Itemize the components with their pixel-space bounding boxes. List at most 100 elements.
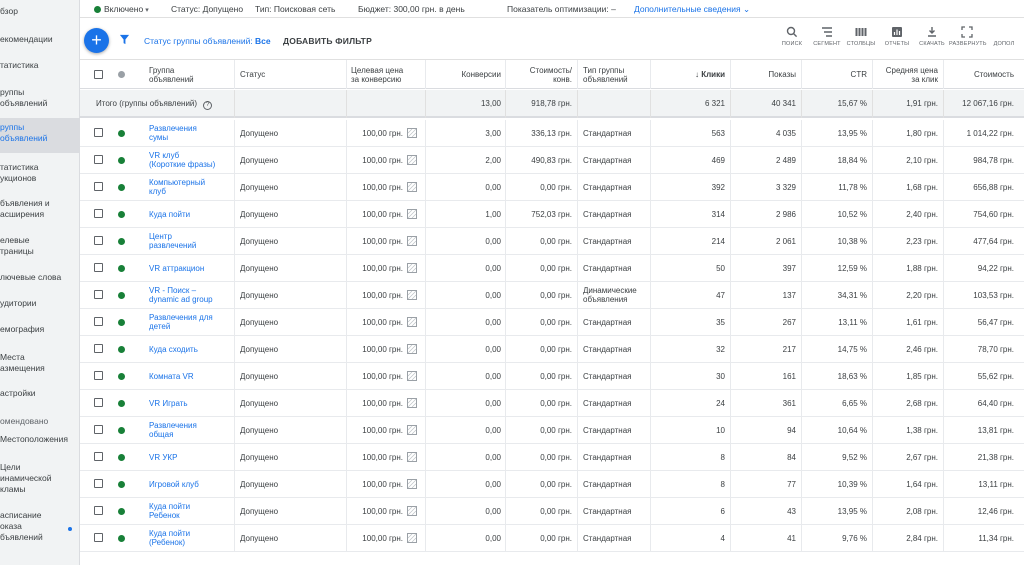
sidebar-item-6[interactable]: бъявления и асширения xyxy=(0,194,79,224)
edit-bid-icon[interactable] xyxy=(407,236,417,246)
edit-bid-icon[interactable] xyxy=(407,398,417,408)
table-row[interactable]: VR клуб (Короткие фразы) Допущено 100,00… xyxy=(80,147,1024,174)
enabled-status[interactable]: Включено ▾ xyxy=(94,4,149,14)
header-ctr[interactable]: CTR xyxy=(801,70,867,79)
enabled-status-dot-icon[interactable] xyxy=(118,427,125,434)
sidebar-item-1[interactable]: екомендации xyxy=(0,30,79,46)
row-checkbox[interactable] xyxy=(94,506,103,515)
table-row[interactable]: VR Играть Допущено 100,00 грн. 0,00 0,00… xyxy=(80,390,1024,417)
row-checkbox[interactable] xyxy=(94,425,103,434)
sidebar-item-12[interactable]: астройки xyxy=(0,384,79,402)
toolbar-segment-button[interactable]: СЕГМЕНТ xyxy=(809,26,845,47)
toolbar-download-button[interactable]: СКАЧАТЬ xyxy=(914,26,950,47)
header-clicks[interactable]: ↓ Клики xyxy=(650,70,725,79)
row-checkbox[interactable] xyxy=(94,533,103,542)
enabled-status-dot-icon[interactable] xyxy=(118,157,125,164)
target-cpa-cell[interactable]: 100,00 грн. xyxy=(351,210,403,219)
target-cpa-cell[interactable]: 100,00 грн. xyxy=(351,156,403,165)
edit-bid-icon[interactable] xyxy=(407,290,417,300)
row-checkbox[interactable] xyxy=(94,479,103,488)
target-cpa-cell[interactable]: 100,00 грн. xyxy=(351,291,403,300)
ad-group-name-link[interactable]: Компьютерный клуб xyxy=(149,178,229,196)
enabled-status-dot-icon[interactable] xyxy=(118,373,125,380)
target-cpa-cell[interactable]: 100,00 грн. xyxy=(351,372,403,381)
help-icon[interactable]: ? xyxy=(203,101,213,110)
ad-group-name-link[interactable]: Куда пойти xyxy=(149,210,229,219)
row-checkbox[interactable] xyxy=(94,344,103,353)
table-row[interactable]: Развлечения общая Допущено 100,00 грн. 0… xyxy=(80,417,1024,444)
table-row[interactable]: Куда сходить Допущено 100,00 грн. 0,00 0… xyxy=(80,336,1024,363)
ad-group-name-link[interactable]: VR УКР xyxy=(149,453,229,462)
table-row[interactable]: Куда пойти (Ребенок) Допущено 100,00 грн… xyxy=(80,525,1024,552)
edit-bid-icon[interactable] xyxy=(407,155,417,165)
header-status[interactable]: Статус xyxy=(240,70,265,79)
ad-group-name-link[interactable]: VR Играть xyxy=(149,399,229,408)
edit-bid-icon[interactable] xyxy=(407,452,417,462)
ad-group-name-link[interactable]: Куда пойти Ребенок xyxy=(149,502,229,520)
enabled-status-dot-icon[interactable] xyxy=(118,481,125,488)
target-cpa-cell[interactable]: 100,00 грн. xyxy=(351,129,403,138)
edit-bid-icon[interactable] xyxy=(407,263,417,273)
edit-bid-icon[interactable] xyxy=(407,533,417,543)
target-cpa-cell[interactable]: 100,00 грн. xyxy=(351,507,403,516)
row-checkbox[interactable] xyxy=(94,236,103,245)
enabled-status-dot-icon[interactable] xyxy=(118,535,125,542)
row-checkbox[interactable] xyxy=(94,398,103,407)
header-ad-group[interactable]: Группа объявлений xyxy=(149,66,194,84)
edit-bid-icon[interactable] xyxy=(407,506,417,516)
toolbar-search-button[interactable]: ПОИСК xyxy=(774,26,810,47)
enabled-status-dot-icon[interactable] xyxy=(118,346,125,353)
edit-bid-icon[interactable] xyxy=(407,182,417,192)
filter-icon[interactable] xyxy=(119,34,130,45)
header-cost-per-conversion[interactable]: Стоимость/ конв. xyxy=(505,66,572,84)
target-cpa-cell[interactable]: 100,00 грн. xyxy=(351,480,403,489)
row-checkbox[interactable] xyxy=(94,371,103,380)
table-row[interactable]: Игровой клуб Допущено 100,00 грн. 0,00 0… xyxy=(80,471,1024,498)
target-cpa-cell[interactable]: 100,00 грн. xyxy=(351,453,403,462)
enabled-status-dot-icon[interactable] xyxy=(118,265,125,272)
ad-group-name-link[interactable]: Центр развлечений xyxy=(149,232,229,250)
target-cpa-cell[interactable]: 100,00 грн. xyxy=(351,426,403,435)
table-row[interactable]: VR аттракцион Допущено 100,00 грн. 0,00 … xyxy=(80,255,1024,282)
table-row[interactable]: Куда пойти Допущено 100,00 грн. 1,00 752… xyxy=(80,201,1024,228)
ad-group-name-link[interactable]: Комната VR xyxy=(149,372,229,381)
table-row[interactable]: Развлечения для детей Допущено 100,00 гр… xyxy=(80,309,1024,336)
add-button[interactable]: + xyxy=(84,28,109,53)
enabled-status-dot-icon[interactable] xyxy=(118,400,125,407)
header-impressions[interactable]: Показы xyxy=(730,70,796,79)
target-cpa-cell[interactable]: 100,00 грн. xyxy=(351,318,403,327)
enabled-status-dot-icon[interactable] xyxy=(118,130,125,137)
ad-group-name-link[interactable]: Развлечения сумы xyxy=(149,124,229,142)
edit-bid-icon[interactable] xyxy=(407,209,417,219)
enabled-status-dot-icon[interactable] xyxy=(118,508,125,515)
sidebar-item-7[interactable]: елевые траницы xyxy=(0,231,79,261)
edit-bid-icon[interactable] xyxy=(407,317,417,327)
toolbar-more-button[interactable]: ДОПОЛ xyxy=(986,26,1022,47)
target-cpa-cell[interactable]: 100,00 грн. xyxy=(351,345,403,354)
table-row[interactable]: Центр развлечений Допущено 100,00 грн. 0… xyxy=(80,228,1024,255)
header-avg-cpc[interactable]: Средняя цена за клик xyxy=(872,66,938,84)
table-row[interactable]: Куда пойти Ребенок Допущено 100,00 грн. … xyxy=(80,498,1024,525)
budget-label[interactable]: Бюджет: 300,00 грн. в день xyxy=(358,4,465,14)
sidebar-item-10[interactable]: емография xyxy=(0,320,79,338)
header-cost[interactable]: Стоимость xyxy=(943,70,1014,79)
sidebar-item-9[interactable]: удитории xyxy=(0,294,79,312)
row-checkbox[interactable] xyxy=(94,209,103,218)
toolbar-expand-button[interactable]: РАЗВЕРНУТЬ xyxy=(949,26,986,47)
edit-bid-icon[interactable] xyxy=(407,479,417,489)
row-checkbox[interactable] xyxy=(94,290,103,299)
table-row[interactable]: VR - Поиск – dynamic ad group Допущено 1… xyxy=(80,282,1024,309)
target-cpa-cell[interactable]: 100,00 грн. xyxy=(351,399,403,408)
sidebar-item-14[interactable]: Местоположения xyxy=(0,430,79,448)
ad-group-name-link[interactable]: VR - Поиск – dynamic ad group xyxy=(149,286,229,304)
ad-group-name-link[interactable]: VR аттракцион xyxy=(149,264,229,273)
table-row[interactable]: VR УКР Допущено 100,00 грн. 0,00 0,00 гр… xyxy=(80,444,1024,471)
toolbar-reports-button[interactable]: ОТЧЕТЫ xyxy=(879,26,915,47)
ad-group-name-link[interactable]: Куда пойти (Ребенок) xyxy=(149,529,229,547)
sidebar-item-5[interactable]: татистика укционов xyxy=(0,158,79,188)
more-details-link[interactable]: Дополнительные сведения ⌄ xyxy=(634,4,750,15)
header-conversions[interactable]: Конверсии xyxy=(425,70,501,79)
row-checkbox[interactable] xyxy=(94,182,103,191)
target-cpa-cell[interactable]: 100,00 грн. xyxy=(351,534,403,543)
enabled-status-dot-icon[interactable] xyxy=(118,454,125,461)
